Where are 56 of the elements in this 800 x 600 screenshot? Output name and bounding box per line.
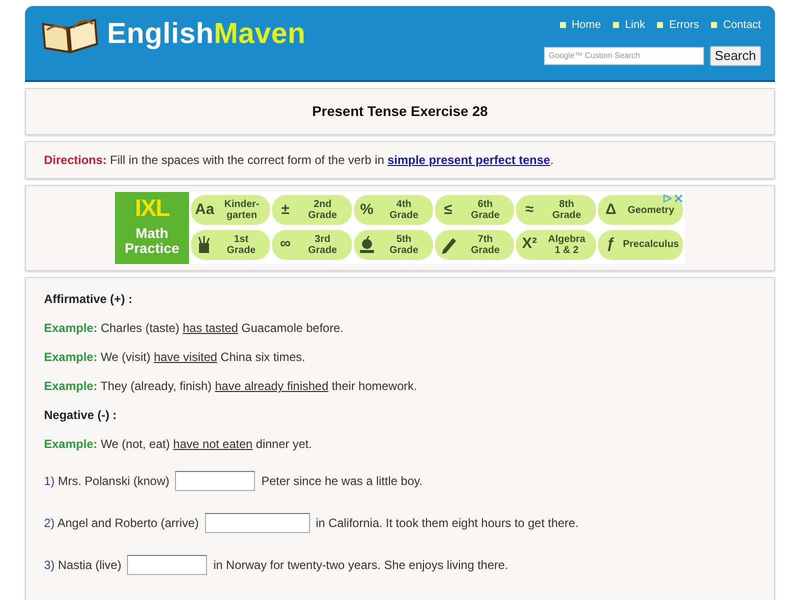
ad-tile[interactable]: Aa Kinder- garten bbox=[191, 195, 270, 225]
question-text: in California. It took them eight hours to get there. bbox=[316, 515, 579, 532]
bullet-icon bbox=[711, 22, 718, 28]
ad-tile[interactable]: 7th Grade bbox=[435, 230, 514, 260]
search-button[interactable]: Search bbox=[710, 46, 761, 66]
example-sentence: Example: Charles (taste) has tasted Guacamole before. bbox=[44, 320, 344, 337]
nav-link[interactable]: Errors bbox=[669, 17, 700, 34]
symbol-icon: ∞ bbox=[276, 233, 294, 256]
directions-text: Directions: Fill in the spaces with the correct form of the verb in simple present perfect tense. bbox=[44, 152, 555, 169]
ad-tile[interactable]: 5th Grade bbox=[354, 230, 434, 260]
answer-field[interactable] bbox=[204, 513, 310, 533]
ad-tagline: Math Practice bbox=[124, 226, 180, 256]
answer-field[interactable] bbox=[127, 555, 208, 575]
symbol-icon: Δ bbox=[602, 198, 620, 222]
ad-tile[interactable]: 1st Grade bbox=[191, 230, 270, 260]
nav-link[interactable]: Contact bbox=[723, 17, 761, 34]
answer-field[interactable] bbox=[175, 471, 256, 491]
example-sentence: Example: We (visit) have visited China six times. bbox=[44, 349, 306, 366]
nav-link[interactable]: Link bbox=[624, 17, 646, 34]
ad-tile[interactable]: ≈ 8th Grade bbox=[516, 195, 596, 225]
question-text: 2) Angel and Roberto (arrive) bbox=[44, 515, 199, 532]
section-heading: Negative (-) : bbox=[44, 407, 118, 424]
ad-tile[interactable]: X² Algebra 1 & 2 bbox=[516, 230, 596, 260]
symbol-icon: % bbox=[358, 198, 376, 222]
symbol-icon: ≈ bbox=[520, 198, 538, 222]
ad-logo: IXL bbox=[134, 195, 170, 223]
section-heading: Affirmative (+) : bbox=[44, 291, 134, 308]
site-logo[interactable]: EnglishMaven bbox=[107, 20, 306, 49]
pencil-icon bbox=[439, 236, 458, 254]
apple-icon bbox=[358, 236, 376, 254]
bullet-icon bbox=[612, 22, 619, 28]
symbol-icon: ± bbox=[276, 198, 294, 222]
bullet-icon bbox=[657, 22, 664, 28]
ad-tile[interactable]: ≤ 6th Grade bbox=[435, 195, 514, 225]
example-sentence: Example: We (not, eat) have not eaten dinner yet. bbox=[44, 436, 313, 453]
symbol-icon: ƒ bbox=[602, 233, 620, 256]
question-text: 3) Nastia (live) bbox=[44, 557, 122, 574]
ad-tile[interactable]: ƒ Precalculus bbox=[598, 230, 683, 260]
nav-link[interactable]: Home bbox=[572, 17, 601, 34]
ad-tile[interactable]: % 4th Grade bbox=[354, 195, 434, 225]
search-field[interactable]: Google™ Custom Search bbox=[544, 46, 704, 64]
question-text: Peter since he was a little boy. bbox=[261, 473, 423, 490]
ad-tile[interactable]: Δ Geometry bbox=[598, 195, 683, 225]
question-text: in Norway for twenty-two years. She enjoys living there. bbox=[213, 557, 508, 574]
page-title: Present Tense Exercise 28 bbox=[312, 103, 488, 119]
bullet-icon bbox=[560, 22, 566, 28]
ad-tile[interactable]: ± 2nd Grade bbox=[272, 195, 352, 225]
symbol-icon: ≤ bbox=[439, 198, 458, 222]
example-sentence: Example: They (already, finish) have already finished their homework. bbox=[44, 378, 418, 395]
close-icon[interactable] bbox=[663, 194, 683, 203]
ad-banner[interactable]: IXL Math Practice Aa Kinder- garten ± 2nd Grade % 4th Grade ≤ 6th Grade ≈ 8th Grade Δ Geometry 1st Grade ∞ 3rd Grade 5th Grade 7th Grade X² Algebra 1 & 2 ƒ Precalculus bbox=[115, 192, 685, 264]
question-text: 1) Mrs. Polanski (know) bbox=[44, 473, 170, 490]
symbol-icon: Aa bbox=[195, 198, 214, 222]
ad-tile[interactable]: ∞ 3rd Grade bbox=[272, 230, 352, 260]
symbol-icon: X² bbox=[520, 233, 538, 256]
link[interactable]: simple present perfect tense bbox=[387, 153, 550, 167]
